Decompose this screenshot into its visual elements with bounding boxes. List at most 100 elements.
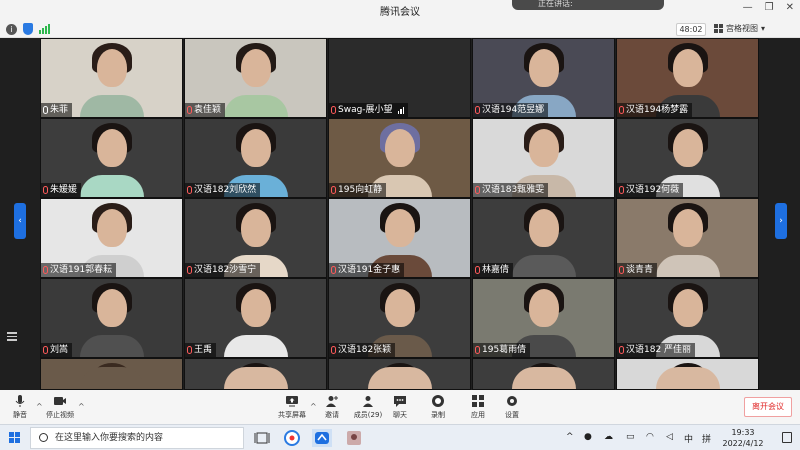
participant-video-tile[interactable] [616, 358, 759, 390]
settings-button[interactable]: 设置 [492, 394, 532, 420]
participant-video-tile[interactable]: 王禹 [184, 278, 327, 358]
chat-button[interactable]: 聊天 [380, 394, 420, 420]
participant-body [511, 255, 576, 277]
battery-icon[interactable]: ▭ [626, 432, 635, 442]
participant-name: 汉语194杨梦露 [626, 105, 689, 115]
next-page-arrow-icon[interactable]: › [775, 203, 787, 239]
tencent-meeting-app-icon[interactable] [312, 429, 332, 447]
participant-face [96, 209, 127, 247]
share-screen-button[interactable]: 共享屏幕 [272, 394, 312, 420]
participant-name-label: 汉语182张颖 [329, 343, 396, 357]
media-app-icon[interactable] [344, 429, 364, 447]
network-signal-icon [397, 106, 405, 114]
participant-video-tile[interactable]: 朱媛媛 [40, 118, 183, 198]
wifi-icon[interactable]: ◠ [646, 432, 654, 442]
participant-face [96, 129, 127, 167]
participant-video-tile[interactable]: 汉语191郭春耘 [40, 198, 183, 278]
participant-name: 朱媛媛 [50, 185, 78, 195]
participant-name-label: 汉语194范昱娜 [473, 103, 549, 117]
view-mode-dropdown[interactable]: 宫格视图 ▾ [714, 23, 765, 34]
microphone-muted-icon [331, 266, 336, 274]
windows-start-icon[interactable] [9, 432, 20, 443]
participant-name: 袁佳颖 [194, 105, 222, 115]
microphone-muted-icon [619, 106, 624, 114]
microphone-icon [43, 106, 48, 114]
volume-icon[interactable]: ◁ [666, 432, 673, 442]
participant-video-tile[interactable]: 汉语182 严佳丽 [616, 278, 759, 358]
participant-name: 汉语192何薇 [626, 185, 680, 195]
participant-video-tile[interactable] [472, 358, 615, 390]
video-grid-area: ‹ › 朱菲 袁佳颖 Swag-展小望 汉语194范昱娜 汉语194杨梦露 朱媛媛 汉语18… [0, 38, 800, 390]
tray-cloud-icon[interactable]: ☁ [604, 432, 613, 442]
record-icon [432, 395, 444, 407]
participant-name-label: 汉语194杨梦露 [617, 103, 693, 117]
participant-video-tile[interactable]: 朱菲 [40, 38, 183, 118]
participant-video-tile[interactable]: 袁佳颖 [184, 38, 327, 118]
chat-bubble-icon [394, 396, 406, 407]
participant-video-tile[interactable]: 谈青青 [616, 198, 759, 278]
security-shield-icon[interactable] [23, 23, 33, 35]
microphone-muted-icon [331, 106, 336, 114]
members-label: 成员(29) [353, 411, 383, 419]
participant-video-tile[interactable] [184, 358, 327, 390]
participant-name: 林嘉倩 [482, 265, 510, 275]
participant-video-tile[interactable]: 林嘉倩 [472, 198, 615, 278]
participant-video-tile[interactable]: 汉语194范昱娜 [472, 38, 615, 118]
restore-button[interactable]: ❐ [765, 2, 774, 13]
clock-time: 19:33 [731, 428, 755, 437]
tray-expand-icon[interactable]: ^ [566, 432, 574, 442]
network-signal-icon[interactable] [39, 24, 50, 34]
taskbar-search-input[interactable]: 在这里输入你要搜索的内容 [30, 427, 244, 449]
participant-name-label: 袁佳颖 [185, 103, 226, 117]
microphone-muted-icon [187, 106, 192, 114]
participant-video-tile[interactable]: 195向虹静 [328, 118, 471, 198]
grid-view-icon [714, 24, 723, 33]
participant-video-tile[interactable]: 刘嵩 [40, 278, 183, 358]
participant-video-tile[interactable]: 汉语182张颖 [328, 278, 471, 358]
task-view-icon[interactable] [252, 429, 272, 447]
invite-button[interactable]: 邀请 [312, 394, 352, 420]
browser-app-icon[interactable] [282, 429, 302, 447]
tray-app-icon[interactable]: ● [584, 432, 592, 442]
participant-video-tile[interactable]: 195葛雨倩 [472, 278, 615, 358]
minimize-button[interactable]: — [743, 2, 753, 13]
participant-name-label: 汉语191金子惠 [329, 263, 405, 277]
ime-mode-indicator[interactable]: 拼 [702, 432, 711, 445]
close-button[interactable]: ✕ [786, 2, 794, 13]
info-icon[interactable]: i [6, 23, 17, 35]
participant-video-tile[interactable]: 汉语194杨梦露 [616, 38, 759, 118]
microphone-muted-icon [187, 186, 192, 194]
participant-name: 195葛雨倩 [482, 345, 527, 355]
participant-body [223, 95, 288, 117]
stop-video-button[interactable]: 停止视频 [40, 394, 80, 420]
participant-body [79, 367, 144, 389]
participant-video-tile[interactable]: Swag-展小望 [328, 38, 471, 118]
share-screen-label: 共享屏幕 [278, 411, 306, 419]
participant-name: 汉语183甄雅雯 [482, 185, 545, 195]
taskbar-clock[interactable]: 19:33 2022/4/12 [722, 427, 764, 449]
record-button[interactable]: 录制 [418, 394, 458, 420]
participant-face [672, 289, 703, 327]
participant-video-tile[interactable]: 汉语183甄雅雯 [472, 118, 615, 198]
participant-video-tile[interactable]: 汉语182沙雪宁 [184, 198, 327, 278]
participant-video-tile[interactable] [40, 358, 183, 390]
participant-body [79, 175, 144, 197]
participant-video-tile[interactable] [328, 358, 471, 390]
participant-video-tile[interactable]: 汉语182刘欣然 [184, 118, 327, 198]
leave-meeting-button[interactable]: 离开会议 [744, 397, 792, 417]
participant-name: 朱菲 [50, 105, 69, 115]
mute-button[interactable]: 静音 [0, 394, 40, 420]
video-options-caret-icon[interactable]: ^ [78, 402, 85, 411]
notification-center-icon[interactable] [782, 432, 792, 443]
participant-body [511, 367, 576, 389]
participant-video-tile[interactable]: 汉语192何薇 [616, 118, 759, 198]
ime-language-indicator[interactable]: 中 [684, 432, 693, 445]
participant-name-label: 汉语182 严佳丽 [617, 343, 696, 357]
chat-label: 聊天 [393, 411, 407, 419]
previous-page-arrow-icon[interactable]: ‹ [14, 203, 26, 239]
participant-list-icon[interactable] [7, 332, 17, 341]
participant-video-tile[interactable]: 汉语191金子惠 [328, 198, 471, 278]
participant-name: 汉语191金子惠 [338, 265, 401, 275]
members-icon [363, 396, 373, 407]
invite-label: 邀请 [325, 411, 339, 419]
